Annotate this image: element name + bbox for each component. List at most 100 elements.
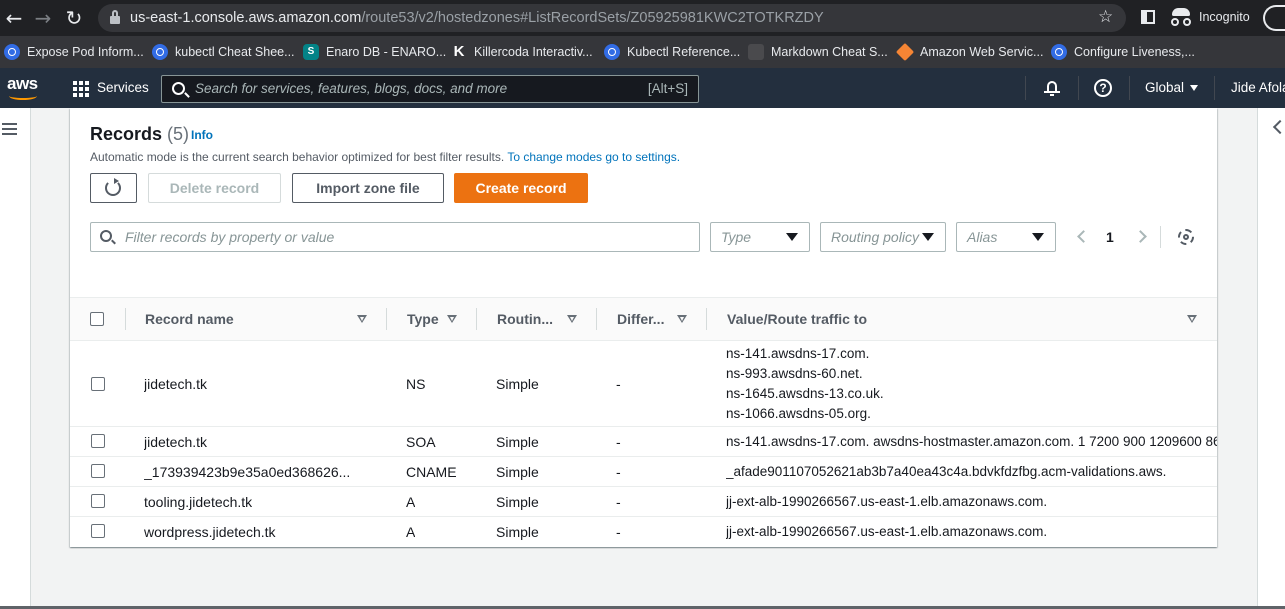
delete-record-button[interactable]: Delete record	[148, 173, 281, 203]
kubernetes-icon	[4, 44, 20, 60]
browser-toolbar: ← → ↻ us-east-1.console.aws.amazon.com/r…	[0, 0, 1285, 36]
bookmark-star-icon[interactable]: ☆	[1098, 7, 1113, 27]
bookmark-item[interactable]: S Enaro DB - ENARO...	[303, 40, 446, 64]
record-value: ns-141.awsdns-17.com. ns-993.awsdns-60.n…	[726, 346, 884, 421]
column-header-differentiator[interactable]: Differ...	[617, 311, 664, 327]
notifications-bell-icon[interactable]	[1044, 80, 1060, 96]
sort-icon[interactable]	[1187, 315, 1197, 323]
record-type: NS	[406, 376, 426, 392]
record-differentiator: -	[616, 464, 621, 480]
record-differentiator: -	[616, 494, 621, 510]
column-header-value[interactable]: Value/Route traffic to	[727, 311, 867, 327]
side-panel-icon[interactable]	[1141, 10, 1155, 24]
profile-menu-button[interactable]	[1263, 5, 1285, 31]
settings-link[interactable]: To change modes go to settings.	[507, 150, 680, 164]
record-type: A	[406, 494, 416, 510]
previous-page-icon[interactable]	[1077, 230, 1090, 243]
column-header-routing[interactable]: Routin...	[497, 311, 553, 327]
record-value: _afade901107052621ab3b7a40ea43c4a.bdvkfd…	[726, 464, 1167, 479]
sort-icon[interactable]	[567, 315, 577, 323]
bookmark-item[interactable]: Configure Liveness,...	[1051, 40, 1195, 64]
url-text: us-east-1.console.aws.amazon.com/route53…	[130, 10, 824, 26]
forward-arrow-icon[interactable]: →	[31, 6, 55, 30]
console-search-input[interactable]: Search for services, features, blogs, do…	[161, 75, 699, 103]
services-menu[interactable]: Services	[97, 80, 149, 95]
search-mode-description: Automatic mode is the current search beh…	[90, 150, 681, 164]
aws-console-header: aws Services Search for services, featur…	[0, 68, 1285, 108]
menu-hamburger-icon[interactable]	[2, 123, 17, 136]
next-page-icon[interactable]	[1134, 230, 1147, 243]
record-type: A	[406, 524, 416, 540]
info-link[interactable]: Info	[191, 128, 213, 142]
lock-icon	[110, 10, 120, 24]
column-header-type[interactable]: Type	[407, 311, 439, 327]
chevron-left-icon[interactable]	[1272, 119, 1285, 135]
record-routing: Simple	[496, 376, 539, 392]
record-differentiator: -	[616, 524, 621, 540]
caret-down-icon	[1190, 85, 1199, 92]
row-checkbox[interactable]	[91, 524, 105, 538]
bookmark-item[interactable]: Amazon Web Servic...	[895, 40, 1043, 64]
killercoda-icon: K	[453, 43, 465, 60]
table-row[interactable]: jidetech.tk SOA Simple - ns-141.awsdns-1…	[70, 427, 1217, 457]
sort-icon[interactable]	[677, 315, 687, 323]
row-checkbox[interactable]	[91, 434, 105, 448]
caret-down-icon	[786, 233, 798, 241]
address-bar[interactable]: us-east-1.console.aws.amazon.com/route53…	[98, 4, 1126, 32]
current-page-number[interactable]: 1	[1106, 229, 1114, 245]
create-record-button[interactable]: Create record	[454, 173, 588, 203]
incognito-icon	[1170, 7, 1192, 27]
kubernetes-icon	[1051, 44, 1067, 60]
column-header-record-name[interactable]: Record name	[145, 311, 234, 327]
gear-icon[interactable]	[1178, 229, 1194, 245]
records-heading: Records (5)	[90, 124, 190, 144]
bookmark-item[interactable]: Kubectl Reference...	[604, 40, 740, 64]
record-name: wordpress.jidetech.tk	[144, 524, 276, 540]
bookmark-item[interactable]: Markdown Cheat S...	[748, 40, 888, 64]
record-routing: Simple	[496, 434, 539, 450]
record-type: SOA	[406, 434, 436, 450]
help-panel-rail	[1257, 108, 1285, 609]
search-icon	[100, 230, 112, 242]
table-row[interactable]: wordpress.jidetech.tk A Simple - jj-ext-…	[70, 517, 1217, 547]
reload-icon[interactable]: ↻	[62, 6, 86, 30]
import-zone-file-button[interactable]: Import zone file	[292, 173, 444, 203]
kubernetes-icon	[152, 44, 168, 60]
table-row[interactable]: jidetech.tk NS Simple - ns-141.awsdns-17…	[70, 342, 1217, 427]
record-name: jidetech.tk	[144, 376, 208, 392]
row-checkbox[interactable]	[91, 494, 105, 508]
alias-filter-select[interactable]: Alias	[956, 222, 1056, 252]
record-name: jidetech.tk	[144, 434, 208, 450]
record-differentiator: -	[616, 376, 621, 392]
bookmark-item[interactable]: kubectl Cheat Shee...	[152, 40, 295, 64]
record-routing: Simple	[496, 524, 539, 540]
sort-icon[interactable]	[357, 315, 367, 323]
back-arrow-icon[interactable]: ←	[2, 6, 26, 30]
sort-icon[interactable]	[447, 315, 457, 323]
row-checkbox[interactable]	[91, 377, 105, 391]
caret-down-icon	[922, 233, 934, 241]
refresh-button[interactable]	[90, 173, 137, 203]
table-row[interactable]: _173939423b9e35a0ed368626... CNAME Simpl…	[70, 457, 1217, 487]
aws-logo[interactable]: aws	[7, 74, 41, 100]
routing-policy-filter-select[interactable]: Routing policy	[820, 222, 946, 252]
bookmark-item[interactable]: Expose Pod Inform...	[4, 40, 144, 64]
caret-down-icon	[1032, 233, 1044, 241]
region-selector[interactable]: Global	[1145, 80, 1199, 95]
help-icon[interactable]: ?	[1094, 79, 1112, 97]
row-checkbox[interactable]	[91, 464, 105, 478]
bookmark-item[interactable]: K Killercoda Interactiv...	[451, 40, 593, 64]
account-menu[interactable]: Jide Afolabi	[1231, 80, 1285, 95]
services-grid-icon[interactable]	[73, 81, 89, 97]
record-name: tooling.jidetech.tk	[144, 494, 253, 510]
type-filter-select[interactable]: Type	[710, 222, 810, 252]
record-value: jj-ext-alb-1990266567.us-east-1.elb.amaz…	[726, 524, 1048, 539]
kubernetes-icon	[604, 44, 620, 60]
filter-records-input[interactable]: Filter records by property or value	[90, 222, 700, 252]
aws-cube-icon	[895, 42, 915, 62]
sharepoint-icon: S	[303, 44, 319, 60]
record-routing: Simple	[496, 464, 539, 480]
records-panel: Records (5) Info Automatic mode is the c…	[70, 108, 1217, 547]
table-row[interactable]: tooling.jidetech.tk A Simple - jj-ext-al…	[70, 487, 1217, 517]
select-all-checkbox[interactable]	[90, 312, 104, 326]
